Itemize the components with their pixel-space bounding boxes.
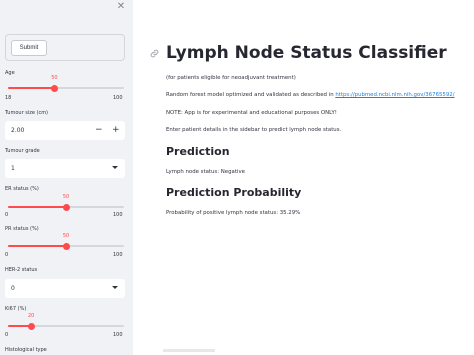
age-slider[interactable]: 50 (8, 75, 124, 92)
minus-icon[interactable]: − (95, 125, 103, 135)
er-status-min: 0 (5, 212, 9, 218)
tumour-grade-label: Tumour grade (5, 148, 40, 154)
her2-status-value: 0 (11, 285, 15, 292)
submit-button[interactable]: Submit (11, 40, 47, 56)
main-content: Lymph Node Status Classifier (for patien… (133, 0, 474, 355)
pubmed-link[interactable]: https://pubmed.ncbi.nlm.nih.gov/36765592… (335, 92, 454, 98)
age-slider-value: 50 (51, 74, 58, 81)
pr-status-slider[interactable]: 50 (8, 233, 124, 250)
prediction-heading: Prediction (166, 145, 230, 158)
age-slider-fill (8, 87, 55, 89)
pr-status-slider-fill (8, 245, 66, 247)
ki67-label: Ki67 (%) (5, 306, 27, 312)
ki67-max: 100 (113, 332, 123, 338)
tumour-size-value: 2.00 (11, 127, 25, 134)
histological-type-label: Histological type (5, 347, 47, 353)
ki67-slider[interactable]: 20 (8, 313, 124, 330)
plus-icon[interactable]: + (112, 125, 120, 135)
subtitle: (for patients eligible for neoadjuvant t… (166, 75, 296, 81)
sidebar: ✕ Submit Age 50 18 100 Tumour size (cm) … (0, 0, 133, 355)
er-status-slider-value: 50 (62, 193, 70, 200)
close-icon[interactable]: ✕ (115, 1, 127, 13)
chevron-down-icon (112, 166, 118, 169)
er-status-max: 100 (113, 212, 123, 218)
age-max: 100 (113, 95, 123, 101)
pr-status-max: 100 (113, 252, 123, 258)
page-title: Lymph Node Status Classifier (166, 43, 447, 63)
tumour-grade-select[interactable]: 1 (5, 159, 125, 178)
probability-heading: Prediction Probability (166, 186, 302, 199)
pr-status-label: PR status (%) (5, 226, 39, 232)
age-label: Age (5, 70, 15, 76)
er-status-label: ER status (%) (5, 186, 39, 192)
er-status-slider-fill (8, 206, 66, 208)
her2-status-select[interactable]: 0 (5, 279, 125, 298)
pr-status-slider-value: 50 (62, 232, 70, 239)
description: Random forest model optimized and valida… (166, 92, 455, 98)
instruction: Enter patient details in the sidebar to … (166, 127, 342, 133)
tumour-size-label: Tumour size (cm) (5, 110, 49, 116)
chevron-down-icon (112, 286, 118, 289)
age-min: 18 (5, 95, 12, 101)
link-icon[interactable] (150, 49, 159, 58)
note: NOTE: App is for experimental and educat… (166, 110, 337, 116)
pr-status-slider-thumb[interactable]: 50 (62, 233, 70, 250)
description-prefix: Random forest model optimized and valida… (166, 92, 336, 98)
tumour-size-input[interactable]: 2.00 − + (5, 121, 125, 140)
tumour-grade-value: 1 (11, 165, 15, 172)
probability-result: Probability of positive lymph node statu… (166, 210, 301, 216)
sidebar-form: Submit (5, 34, 125, 61)
ki67-min: 0 (5, 332, 9, 338)
ki67-slider-thumb[interactable]: 20 (27, 313, 35, 330)
prediction-result: Lymph node status: Negative (166, 169, 245, 175)
her2-status-label: HER-2 status (5, 267, 38, 273)
er-status-slider-thumb[interactable]: 50 (62, 194, 70, 211)
age-slider-thumb[interactable]: 50 (50, 75, 58, 92)
ki67-slider-value: 20 (28, 312, 35, 319)
er-status-slider[interactable]: 50 (8, 194, 124, 211)
footer-text (163, 349, 215, 352)
pr-status-min: 0 (5, 252, 9, 258)
